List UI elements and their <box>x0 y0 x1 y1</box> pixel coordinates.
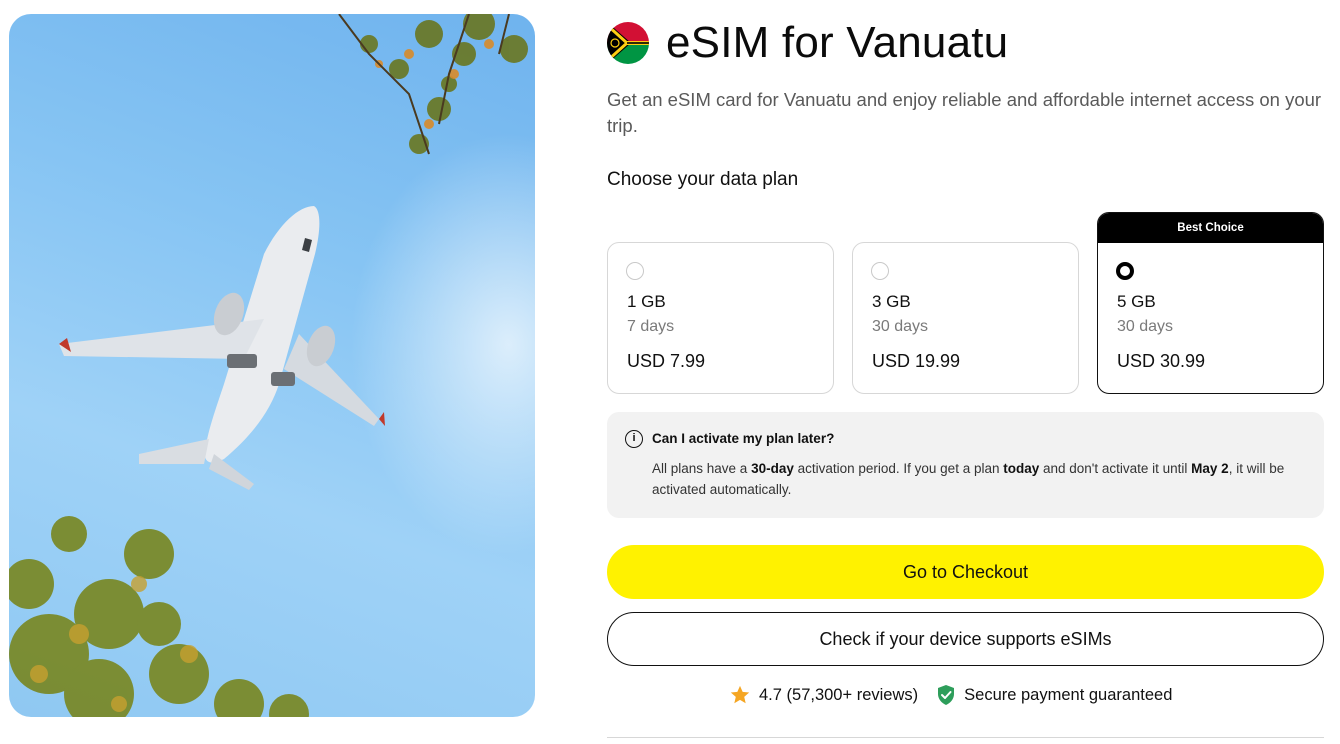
checkout-button[interactable]: Go to Checkout <box>607 545 1324 599</box>
best-choice-badge: Best Choice <box>1098 213 1323 243</box>
activation-info-box: i Can I activate my plan later? All plan… <box>607 412 1324 518</box>
page-title: eSIM for Vanuatu <box>666 18 1009 67</box>
airplane-illustration <box>9 14 535 717</box>
page-subtitle: Get an eSIM card for Vanuatu and enjoy r… <box>607 89 1322 136</box>
plan-radio[interactable] <box>871 262 889 280</box>
info-question: Can I activate my plan later? <box>652 431 835 446</box>
vanuatu-flag-icon <box>607 22 649 64</box>
plan-duration: 7 days <box>627 318 675 335</box>
plan-data: 5 GB <box>1117 292 1156 311</box>
plan-price: USD 30.99 <box>1117 351 1206 371</box>
plan-card-1gb[interactable]: 1 GB 7 days USD 7.99 <box>607 242 834 394</box>
plan-data: 3 GB <box>872 292 911 311</box>
plan-duration: 30 days <box>872 318 929 335</box>
secure-payment-text: Secure payment guaranteed <box>964 685 1173 704</box>
plan-radio[interactable] <box>626 262 644 280</box>
hero-image <box>9 14 535 717</box>
bottom-divider <box>607 737 1324 738</box>
check-device-button[interactable]: Check if your device supports eSIMs <box>607 612 1324 666</box>
plan-price: USD 7.99 <box>627 351 706 371</box>
plan-card-3gb[interactable]: 3 GB 30 days USD 19.99 <box>852 242 1079 394</box>
plan-duration: 30 days <box>1117 318 1174 335</box>
trust-bar: 4.7 (57,300+ reviews) Secure payment gua… <box>729 684 1172 706</box>
plan-price: USD 19.99 <box>872 351 961 371</box>
star-icon <box>730 685 750 704</box>
rating-text: 4.7 (57,300+ reviews) <box>759 685 919 704</box>
info-answer: All plans have a 30-day activation perio… <box>652 461 1285 497</box>
shield-check-icon <box>938 685 955 705</box>
title-row: eSIM for Vanuatu <box>607 20 1008 66</box>
info-icon: i <box>625 430 643 448</box>
plan-options: 1 GB 7 days USD 7.99 3 GB 30 days USD 19… <box>607 212 1324 395</box>
plan-data: 1 GB <box>627 292 666 311</box>
plan-card-5gb[interactable]: Best Choice 5 GB 30 days USD 30.99 <box>1097 212 1324 394</box>
plan-radio-selected[interactable] <box>1116 262 1134 280</box>
plan-section-title: Choose your data plan <box>607 169 799 190</box>
